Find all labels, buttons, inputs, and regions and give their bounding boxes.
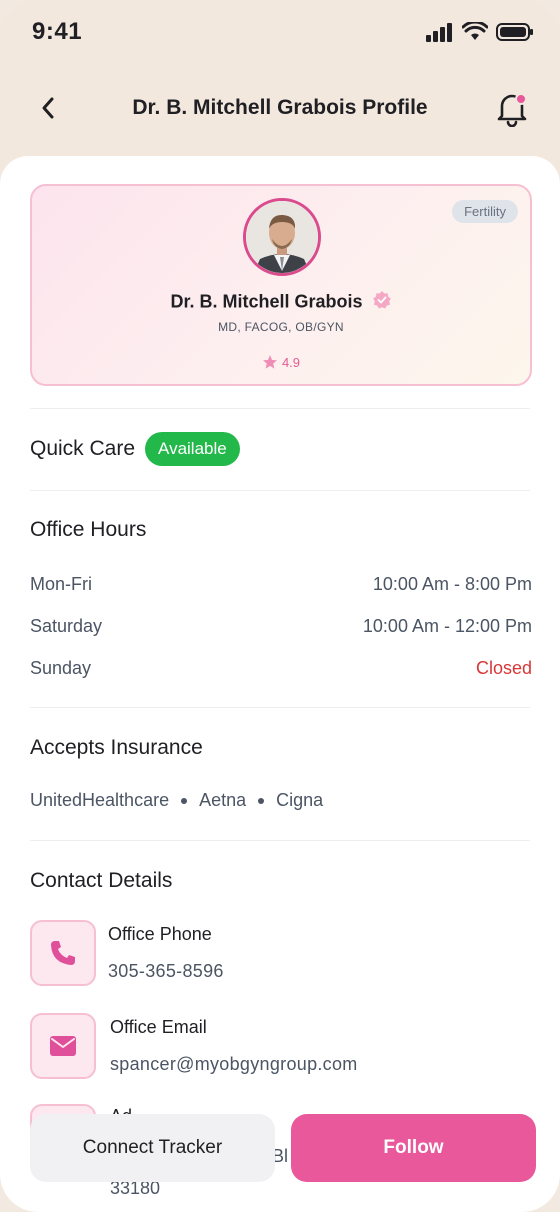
wifi-icon <box>462 22 488 40</box>
phone-value[interactable]: 305-365-8596 <box>108 961 224 982</box>
follow-button[interactable]: Follow <box>291 1114 536 1182</box>
hours-time: 10:00 Am - 8:00 Pm <box>372 574 532 594</box>
hours-row-saturday: Saturday 10:00 Am - 12:00 Pm <box>30 616 532 637</box>
doctor-name: Dr. B. Mitchell Grabois <box>32 290 530 315</box>
profile-card: Fertility Dr. B. Mitchell Grabois MD, FA… <box>30 184 532 386</box>
hours-day: Saturday <box>30 616 103 636</box>
page-title: Dr. B. Mitchell Grabois Profile <box>132 96 428 119</box>
separator-dot <box>181 797 188 804</box>
phone-contact-button[interactable] <box>30 920 96 986</box>
doctor-credentials: MD, FACOG, OB/GYN <box>218 320 344 334</box>
insurance-title: Accepts Insurance <box>30 736 203 759</box>
chevron-left-icon <box>42 97 54 119</box>
avatar <box>243 198 321 276</box>
divider <box>30 490 530 491</box>
hours-day: Mon-Fri <box>30 574 92 594</box>
battery-icon <box>496 23 533 41</box>
email-contact-button[interactable] <box>30 1013 96 1079</box>
doctor-photo <box>246 201 318 273</box>
status-time: 9:41 <box>32 18 83 45</box>
office-hours-title: Office Hours <box>30 518 147 541</box>
hours-time: 10:00 Am - 12:00 Pm <box>362 616 532 636</box>
hours-row-sunday: Sunday Closed <box>30 658 532 679</box>
divider <box>30 408 530 409</box>
status-bar: 9:41 <box>32 14 534 50</box>
signal-icon <box>426 23 452 42</box>
email-value[interactable]: spancer@myobgyngroup.com <box>110 1054 358 1075</box>
insurance-list: UnitedHealthcare Aetna Cigna <box>30 790 323 811</box>
content-sheet: Fertility Dr. B. Mitchell Grabois MD, FA… <box>0 156 560 1212</box>
mail-icon <box>50 1036 76 1056</box>
hours-day: Sunday <box>30 658 92 678</box>
bell-icon <box>497 93 527 127</box>
divider <box>30 707 530 708</box>
connect-tracker-button[interactable]: Connect Tracker <box>30 1114 275 1182</box>
email-label: Office Email <box>110 1017 207 1037</box>
rating: 4.9 <box>32 354 530 370</box>
separator-dot <box>258 797 265 804</box>
quick-care-row: Quick Care Available <box>30 432 240 466</box>
insurance-item: UnitedHealthcare <box>30 790 170 810</box>
contact-title: Contact Details <box>30 869 173 892</box>
phone-icon <box>51 941 75 965</box>
insurance-item: Cigna <box>276 790 324 810</box>
status-icons <box>426 22 534 42</box>
rating-value: 4.9 <box>281 354 301 370</box>
bottom-action-bar: Connect Tracker Follow <box>30 1114 536 1182</box>
back-button[interactable] <box>30 90 66 126</box>
divider <box>30 840 530 841</box>
hours-closed-status: Closed <box>475 658 532 678</box>
quick-care-label: Quick Care <box>30 437 136 460</box>
hours-row-weekdays: Mon-Fri 10:00 Am - 8:00 Pm <box>30 574 532 595</box>
phone-label: Office Phone <box>108 924 212 944</box>
phone-screen: 9:41 Dr. B. Mitchell Grabois Profile Fer… <box>0 0 560 1212</box>
notifications-button[interactable] <box>492 88 532 128</box>
doctor-name-text: Dr. B. Mitchell Grabois <box>170 291 363 312</box>
availability-badge: Available <box>145 432 240 466</box>
star-icon <box>262 355 277 369</box>
header: Dr. B. Mitchell Grabois Profile <box>0 80 560 136</box>
verified-badge-icon <box>372 290 392 315</box>
insurance-item: Aetna <box>199 790 247 810</box>
specialty-badge: Fertility <box>452 200 518 223</box>
